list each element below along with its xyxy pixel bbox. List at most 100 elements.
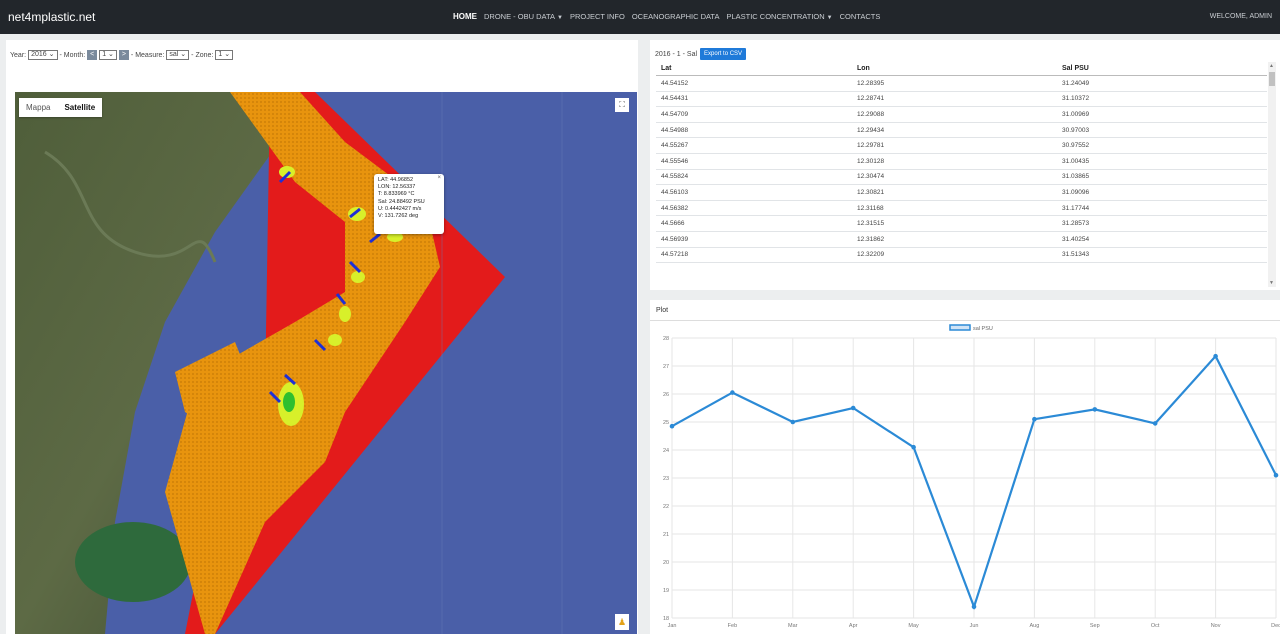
- info-line: Sal: 24.88492 PSU: [378, 198, 425, 205]
- year-select[interactable]: 2016 ⌄: [28, 50, 58, 60]
- month-decrement-button[interactable]: <: [87, 50, 98, 60]
- nav-project-info[interactable]: PROJECT INFO: [570, 12, 625, 21]
- data-point: [1213, 353, 1218, 359]
- caret-down-icon: ▼: [826, 15, 833, 21]
- data-point: [730, 390, 735, 395]
- lagoon: [75, 522, 191, 602]
- zone-select[interactable]: 1 ⌄: [215, 50, 234, 60]
- scroll-up-icon[interactable]: ▲: [1269, 63, 1274, 69]
- yellow-patch: [339, 306, 351, 322]
- table-row[interactable]: 44.55546 12.30128 31.00435: [656, 154, 1267, 170]
- filter-controls: Year: 2016 ⌄ - Month: < 1 ⌄ > - Measure:…: [10, 50, 234, 60]
- info-line: T: 8.833969 °C: [378, 191, 415, 198]
- scrollbar-thumb[interactable]: [1269, 72, 1275, 86]
- cell-lat: 44.55824: [661, 173, 689, 181]
- y-tick-label: 28: [663, 336, 669, 342]
- nav-drone-obu-data-label: DRONE - OBU DATA: [484, 12, 555, 21]
- export-csv-button[interactable]: Export to CSV: [700, 48, 747, 60]
- fullscreen-icon[interactable]: ⛶: [615, 98, 629, 112]
- table-row[interactable]: 44.56382 12.31168 31.17744: [656, 201, 1267, 217]
- table-row[interactable]: 44.56103 12.30821 31.09096: [656, 185, 1267, 201]
- cell-lon: 12.30821: [857, 188, 885, 196]
- info-line: LAT: 44.96852: [378, 177, 414, 183]
- cell-lat: 44.54431: [661, 95, 689, 103]
- nav-oceanographic-data[interactable]: OCEANOGRAPHIC DATA: [632, 12, 720, 21]
- nav-contacts[interactable]: CONTACTS: [840, 12, 881, 21]
- table-row[interactable]: 44.54988 12.29434 30.97003: [656, 123, 1267, 139]
- map-type-map-button[interactable]: Mappa: [19, 98, 57, 117]
- table-row[interactable]: 44.54709 12.29088 31.00969: [656, 107, 1267, 123]
- chevron-down-icon: ⌄: [224, 51, 231, 58]
- cell-lat: 44.54709: [661, 110, 689, 118]
- chevron-down-icon: ⌄: [108, 51, 114, 58]
- table-header-bar: 2016 - 1 - Sal Export to CSV: [655, 48, 747, 60]
- x-tick-label: Sep: [1090, 623, 1100, 629]
- measure-select[interactable]: sal ⌄: [166, 50, 190, 60]
- close-icon[interactable]: ×: [437, 175, 441, 182]
- column-header-sal[interactable]: Sal PSU: [1062, 65, 1267, 72]
- nav-plastic-concentration[interactable]: PLASTIC CONCENTRATION ▼: [726, 12, 832, 21]
- data-point: [790, 419, 796, 425]
- table-row[interactable]: 44.54152 12.28395 31.24049: [656, 76, 1267, 92]
- map-info-window: × LAT: 44.96852 LON: 12.56337 T: 8.83396…: [374, 174, 444, 234]
- pegman-icon[interactable]: ♟: [615, 614, 629, 630]
- y-tick-label: 27: [663, 364, 669, 370]
- data-table: Lat Lon Sal PSU 44.54152 12.28395 31.24049…: [656, 62, 1267, 264]
- satellite-map[interactable]: Mappa Satellite ⛶ ♟ × LAT: 44.96852 LON:…: [15, 92, 637, 634]
- cell-sal: 31.24049: [1062, 79, 1090, 87]
- data-point: [1092, 407, 1098, 412]
- table-row[interactable]: 44.57218 12.32209 31.51343: [656, 248, 1267, 264]
- data-table-panel: 2016 - 1 - Sal Export to CSV Lat Lon Sal…: [650, 40, 1280, 290]
- zone-label: - Zone:: [191, 51, 214, 59]
- y-tick-label: 22: [663, 504, 669, 510]
- map-canvas: [15, 92, 637, 634]
- nav-home[interactable]: HOME: [453, 12, 477, 21]
- x-tick-label: May: [908, 623, 919, 629]
- data-point: [971, 604, 977, 610]
- data-point: [669, 423, 675, 429]
- y-tick-label: 18: [663, 616, 669, 622]
- cell-sal: 31.03865: [1062, 173, 1090, 181]
- x-tick-label: Feb: [728, 623, 737, 629]
- y-tick-label: 20: [663, 560, 669, 566]
- column-header-lat[interactable]: Lat: [656, 65, 857, 72]
- cell-lon: 12.28395: [857, 79, 885, 87]
- cell-lon: 12.29434: [857, 126, 885, 134]
- data-point: [1152, 421, 1158, 426]
- scroll-down-icon[interactable]: ▼: [1269, 280, 1274, 286]
- x-tick-label: Oct: [1151, 623, 1160, 629]
- cell-lat: 44.54152: [661, 79, 689, 87]
- table-row[interactable]: 44.5666 12.31515 31.28573: [656, 216, 1267, 232]
- cell-sal: 31.10372: [1062, 95, 1090, 103]
- month-select[interactable]: 1 ⌄: [99, 50, 117, 60]
- green-patch: [283, 392, 295, 412]
- month-label: - Month:: [59, 51, 86, 59]
- cell-lon: 12.31862: [857, 235, 885, 243]
- welcome-user-menu[interactable]: WELCOME, ADMIN: [1210, 13, 1272, 20]
- cell-lon: 12.29781: [857, 142, 885, 150]
- map-type-satellite-button[interactable]: Satellite: [57, 98, 102, 117]
- data-point: [1273, 472, 1279, 478]
- data-point: [1032, 416, 1037, 422]
- data-point: [911, 444, 916, 450]
- y-tick-label: 23: [663, 476, 669, 482]
- cell-sal: 31.17744: [1062, 204, 1090, 212]
- nav-links: HOME DRONE - OBU DATA ▼ PROJECT INFO OCEA…: [453, 12, 880, 21]
- cell-lat: 44.56939: [661, 235, 689, 243]
- site-brand[interactable]: net4mplastic.net: [8, 10, 95, 24]
- nav-drone-obu-data[interactable]: DRONE - OBU DATA ▼: [484, 12, 563, 21]
- chevron-down-icon: ⌄: [180, 51, 187, 58]
- table-row[interactable]: 44.54431 12.28741 31.10372: [656, 92, 1267, 108]
- cell-sal: 30.97552: [1062, 142, 1090, 150]
- cell-lat: 44.5666: [661, 220, 685, 228]
- caret-down-icon: ▼: [556, 15, 563, 21]
- month-increment-button[interactable]: >: [118, 50, 129, 60]
- cell-sal: 31.09096: [1062, 188, 1090, 196]
- table-scrollbar[interactable]: ▲ ▼: [1268, 62, 1276, 287]
- y-tick-label: 26: [663, 392, 669, 398]
- cell-sal: 31.00969: [1062, 110, 1090, 118]
- table-row[interactable]: 44.56939 12.31862 31.40254: [656, 232, 1267, 248]
- table-row[interactable]: 44.55824 12.30474 31.03865: [656, 170, 1267, 186]
- table-row[interactable]: 44.55267 12.29781 30.97552: [656, 138, 1267, 154]
- column-header-lon[interactable]: Lon: [857, 65, 1062, 72]
